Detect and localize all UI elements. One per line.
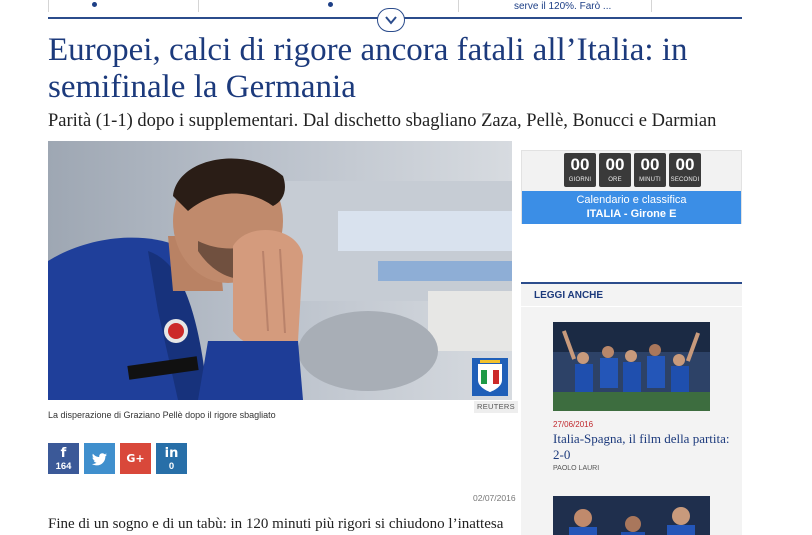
linkedin-share-button[interactable]: in 0 <box>156 443 187 474</box>
article-date: 02/07/2016 <box>473 493 516 503</box>
googleplus-share-button[interactable]: G+ <box>120 443 151 474</box>
photo-credit: REUTERS <box>474 401 518 413</box>
figc-logo <box>472 358 508 396</box>
nav-teaser-link[interactable]: serve il 120%. Farò ... <box>514 1 611 12</box>
nav-dot <box>328 2 333 7</box>
expand-nav-button[interactable] <box>377 8 405 32</box>
nav-separator <box>48 0 49 12</box>
calendar-standings-link[interactable]: Calendario e classifica ITALIA - Girone … <box>522 191 741 224</box>
chevron-down-icon <box>385 16 397 25</box>
nav-separator <box>458 0 459 12</box>
countdown-minutes-value: 00 <box>640 155 660 174</box>
related-article-thumbnail-2[interactable] <box>553 496 710 535</box>
countdown-seconds-value: 00 <box>675 155 695 174</box>
calendar-link-label: Calendario e classifica <box>576 194 687 206</box>
facebook-share-count: 164 <box>55 461 72 472</box>
countdown-hours-label: ORE <box>608 177 622 183</box>
countdown-days-value: 00 <box>570 155 590 174</box>
related-article-author: PAOLO LAURI <box>553 465 600 472</box>
twitter-share-button[interactable] <box>84 443 115 474</box>
related-articles-panel: LEGGI ANCHE 27/06/2016 Italia-Spagna, il… <box>521 282 742 535</box>
countdown-minutes-label: MINUTI <box>639 177 661 183</box>
linkedin-share-count: 0 <box>168 461 175 472</box>
linkedin-icon: in <box>164 446 179 461</box>
twitter-bird-icon <box>91 453 107 466</box>
facebook-share-button[interactable]: f 164 <box>48 443 79 474</box>
related-divider <box>521 306 742 307</box>
article-subtitle: Parità (1-1) dopo i supplementari. Dal d… <box>48 111 717 131</box>
article-body-first-line: Fine di un sogno e di un tabù: in 120 mi… <box>48 516 504 532</box>
countdown-days-label: GIORNI <box>568 177 592 183</box>
countdown-hours-value: 00 <box>605 155 625 174</box>
related-article-title[interactable]: Italia-Spagna, il film della partita: 2-… <box>553 431 733 463</box>
group-link-label: ITALIA - Girone E <box>586 208 677 220</box>
countdown-days: 00 GIORNI <box>564 153 596 187</box>
celebration-photo-illustration <box>553 322 710 411</box>
nav-dot <box>92 2 97 7</box>
photo-caption: La disperazione di Graziano Pellè dopo i… <box>48 410 276 420</box>
countdown-hours: 00 ORE <box>599 153 631 187</box>
countdown-seconds-label: SECONDI <box>670 177 700 183</box>
countdown-widget: 00 GIORNI 00 ORE 00 MINUTI 00 SECONDI Ca… <box>521 150 742 224</box>
related-heading: LEGGI ANCHE <box>534 290 604 301</box>
googleplus-icon: G+ <box>126 452 145 465</box>
related-article-date: 27/06/2016 <box>553 420 594 429</box>
countdown-minutes: 00 MINUTI <box>634 153 666 187</box>
player-photo-illustration <box>48 141 512 400</box>
players-photo-illustration <box>553 496 710 535</box>
nav-separator <box>651 0 652 12</box>
countdown-seconds: 00 SECONDI <box>669 153 701 187</box>
related-article-thumbnail[interactable] <box>553 322 710 411</box>
nav-separator <box>198 0 199 12</box>
article-title: Europei, calci di rigore ancora fatali a… <box>48 32 688 105</box>
facebook-icon: f <box>60 446 67 461</box>
article-photo[interactable] <box>48 141 512 400</box>
